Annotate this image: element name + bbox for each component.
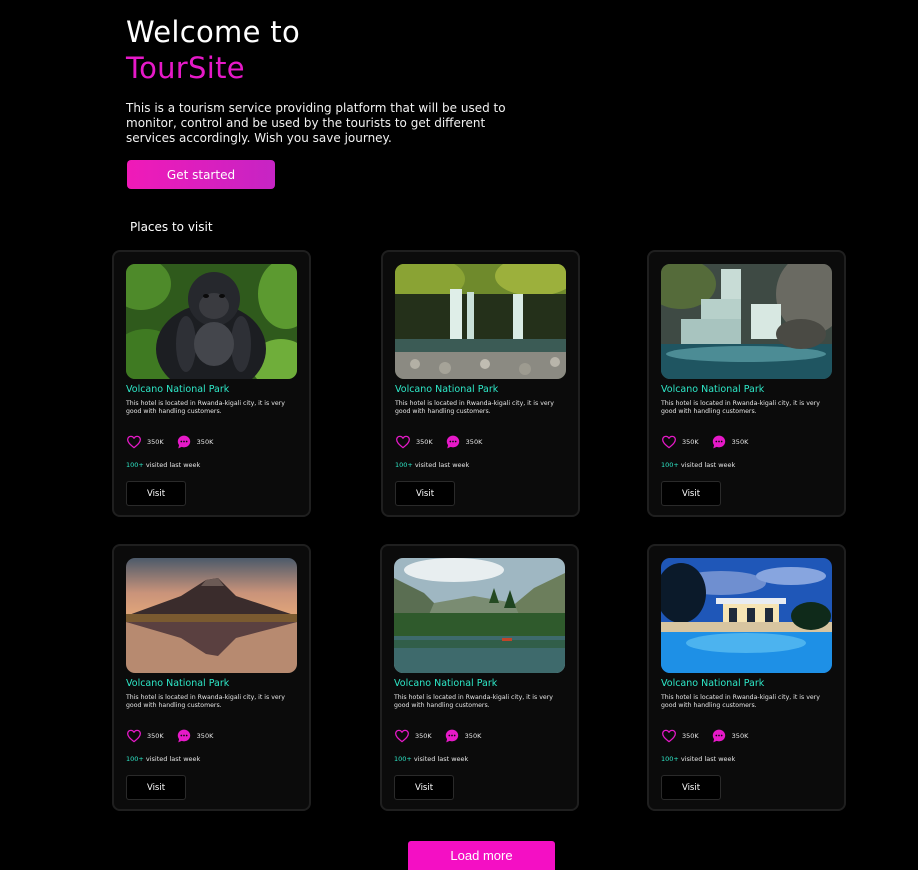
visit-button[interactable]: Visit: [126, 775, 186, 800]
comment-count: 350K: [731, 438, 749, 446]
comment-count: 350K: [196, 732, 214, 740]
visited-text: visited last week: [680, 461, 736, 469]
heart-icon: [126, 434, 142, 450]
visited-count: 100+: [126, 755, 144, 763]
place-title: Volcano National Park: [126, 384, 230, 395]
place-description: This hotel is located in Rwanda-kigali c…: [661, 400, 820, 416]
heart-icon: [661, 728, 677, 744]
visited-text: visited last week: [414, 461, 470, 469]
chat-bubble-icon: [445, 434, 461, 450]
place-card: Volcano National Park This hotel is loca…: [112, 250, 311, 517]
landing-page: Welcome to TourSite This is a tourism se…: [0, 0, 918, 870]
visited-text: visited last week: [145, 461, 201, 469]
place-card: Volcano National Park This hotel is loca…: [381, 250, 580, 517]
visited-info: 100+ visited last week: [394, 755, 468, 763]
place-stats: 350K 350K: [661, 434, 760, 450]
place-description: This hotel is located in Rwanda-kigali c…: [126, 694, 285, 710]
comment-stat[interactable]: 350K: [444, 728, 482, 744]
visit-button[interactable]: Visit: [394, 775, 454, 800]
comment-count: 350K: [196, 438, 214, 446]
place-image-resort-pool: [661, 558, 832, 673]
place-image-gorilla: [126, 264, 297, 379]
place-card: Volcano National Park This hotel is loca…: [647, 544, 846, 811]
comment-stat[interactable]: 350K: [176, 728, 214, 744]
visited-count: 100+: [126, 461, 144, 469]
like-stat[interactable]: 350K: [661, 434, 699, 450]
visit-button[interactable]: Visit: [661, 775, 721, 800]
place-title: Volcano National Park: [661, 678, 765, 689]
like-stat[interactable]: 350K: [395, 434, 433, 450]
comment-stat[interactable]: 350K: [176, 434, 214, 450]
chat-bubble-icon: [176, 434, 192, 450]
place-stats: 350K 350K: [126, 434, 225, 450]
like-stat[interactable]: 350K: [661, 728, 699, 744]
visited-info: 100+ visited last week: [661, 461, 735, 469]
visited-text: visited last week: [145, 755, 201, 763]
get-started-button[interactable]: Get started: [127, 160, 275, 189]
comment-stat[interactable]: 350K: [711, 434, 749, 450]
section-title: Places to visit: [130, 220, 213, 234]
load-more-button[interactable]: Load more: [408, 841, 555, 870]
heart-icon: [395, 434, 411, 450]
place-card: Volcano National Park This hotel is loca…: [112, 544, 311, 811]
place-title: Volcano National Park: [126, 678, 230, 689]
place-image-lake-valley: [394, 558, 565, 673]
chat-bubble-icon: [711, 728, 727, 744]
hero-title-line: Welcome to: [126, 15, 300, 49]
like-count: 350K: [416, 438, 433, 446]
comment-stat[interactable]: 350K: [711, 728, 749, 744]
place-description: This hotel is located in Rwanda-kigali c…: [394, 694, 553, 710]
chat-bubble-icon: [711, 434, 727, 450]
place-card: Volcano National Park This hotel is loca…: [380, 544, 579, 811]
comment-stat[interactable]: 350K: [445, 434, 483, 450]
visited-count: 100+: [661, 755, 679, 763]
place-title: Volcano National Park: [394, 678, 498, 689]
place-image-volcano-mountain: [126, 558, 297, 673]
place-stats: 350K 350K: [394, 728, 493, 744]
visited-count: 100+: [661, 461, 679, 469]
place-description: This hotel is located in Rwanda-kigali c…: [661, 694, 820, 710]
comment-count: 350K: [464, 732, 482, 740]
place-image-waterfall-rocks: [661, 264, 832, 379]
place-title: Volcano National Park: [661, 384, 765, 395]
place-stats: 350K 350K: [395, 434, 494, 450]
visit-button[interactable]: Visit: [395, 481, 455, 506]
visited-count: 100+: [395, 461, 413, 469]
like-count: 350K: [682, 438, 699, 446]
place-stats: 350K 350K: [661, 728, 760, 744]
like-stat[interactable]: 350K: [126, 728, 164, 744]
like-count: 350K: [682, 732, 699, 740]
place-description: This hotel is located in Rwanda-kigali c…: [395, 400, 554, 416]
comment-count: 350K: [465, 438, 483, 446]
visited-info: 100+ visited last week: [395, 461, 469, 469]
hero-title: Welcome to TourSite: [126, 14, 300, 86]
visited-count: 100+: [394, 755, 412, 763]
place-title: Volcano National Park: [395, 384, 499, 395]
comment-count: 350K: [731, 732, 749, 740]
like-stat[interactable]: 350K: [394, 728, 432, 744]
hero-description: This is a tourism service providing plat…: [126, 101, 506, 145]
visited-info: 100+ visited last week: [126, 461, 200, 469]
chat-bubble-icon: [444, 728, 460, 744]
heart-icon: [661, 434, 677, 450]
visited-text: visited last week: [413, 755, 469, 763]
place-description: This hotel is located in Rwanda-kigali c…: [126, 400, 285, 416]
heart-icon: [126, 728, 142, 744]
visited-text: visited last week: [680, 755, 736, 763]
visit-button[interactable]: Visit: [126, 481, 186, 506]
visit-button[interactable]: Visit: [661, 481, 721, 506]
place-image-waterfall-forest: [395, 264, 566, 379]
chat-bubble-icon: [176, 728, 192, 744]
place-stats: 350K 350K: [126, 728, 225, 744]
like-count: 350K: [147, 732, 164, 740]
brand-name: TourSite: [126, 51, 245, 85]
like-count: 350K: [415, 732, 432, 740]
visited-info: 100+ visited last week: [661, 755, 735, 763]
like-count: 350K: [147, 438, 164, 446]
heart-icon: [394, 728, 410, 744]
place-card: Volcano National Park This hotel is loca…: [647, 250, 846, 517]
like-stat[interactable]: 350K: [126, 434, 164, 450]
visited-info: 100+ visited last week: [126, 755, 200, 763]
